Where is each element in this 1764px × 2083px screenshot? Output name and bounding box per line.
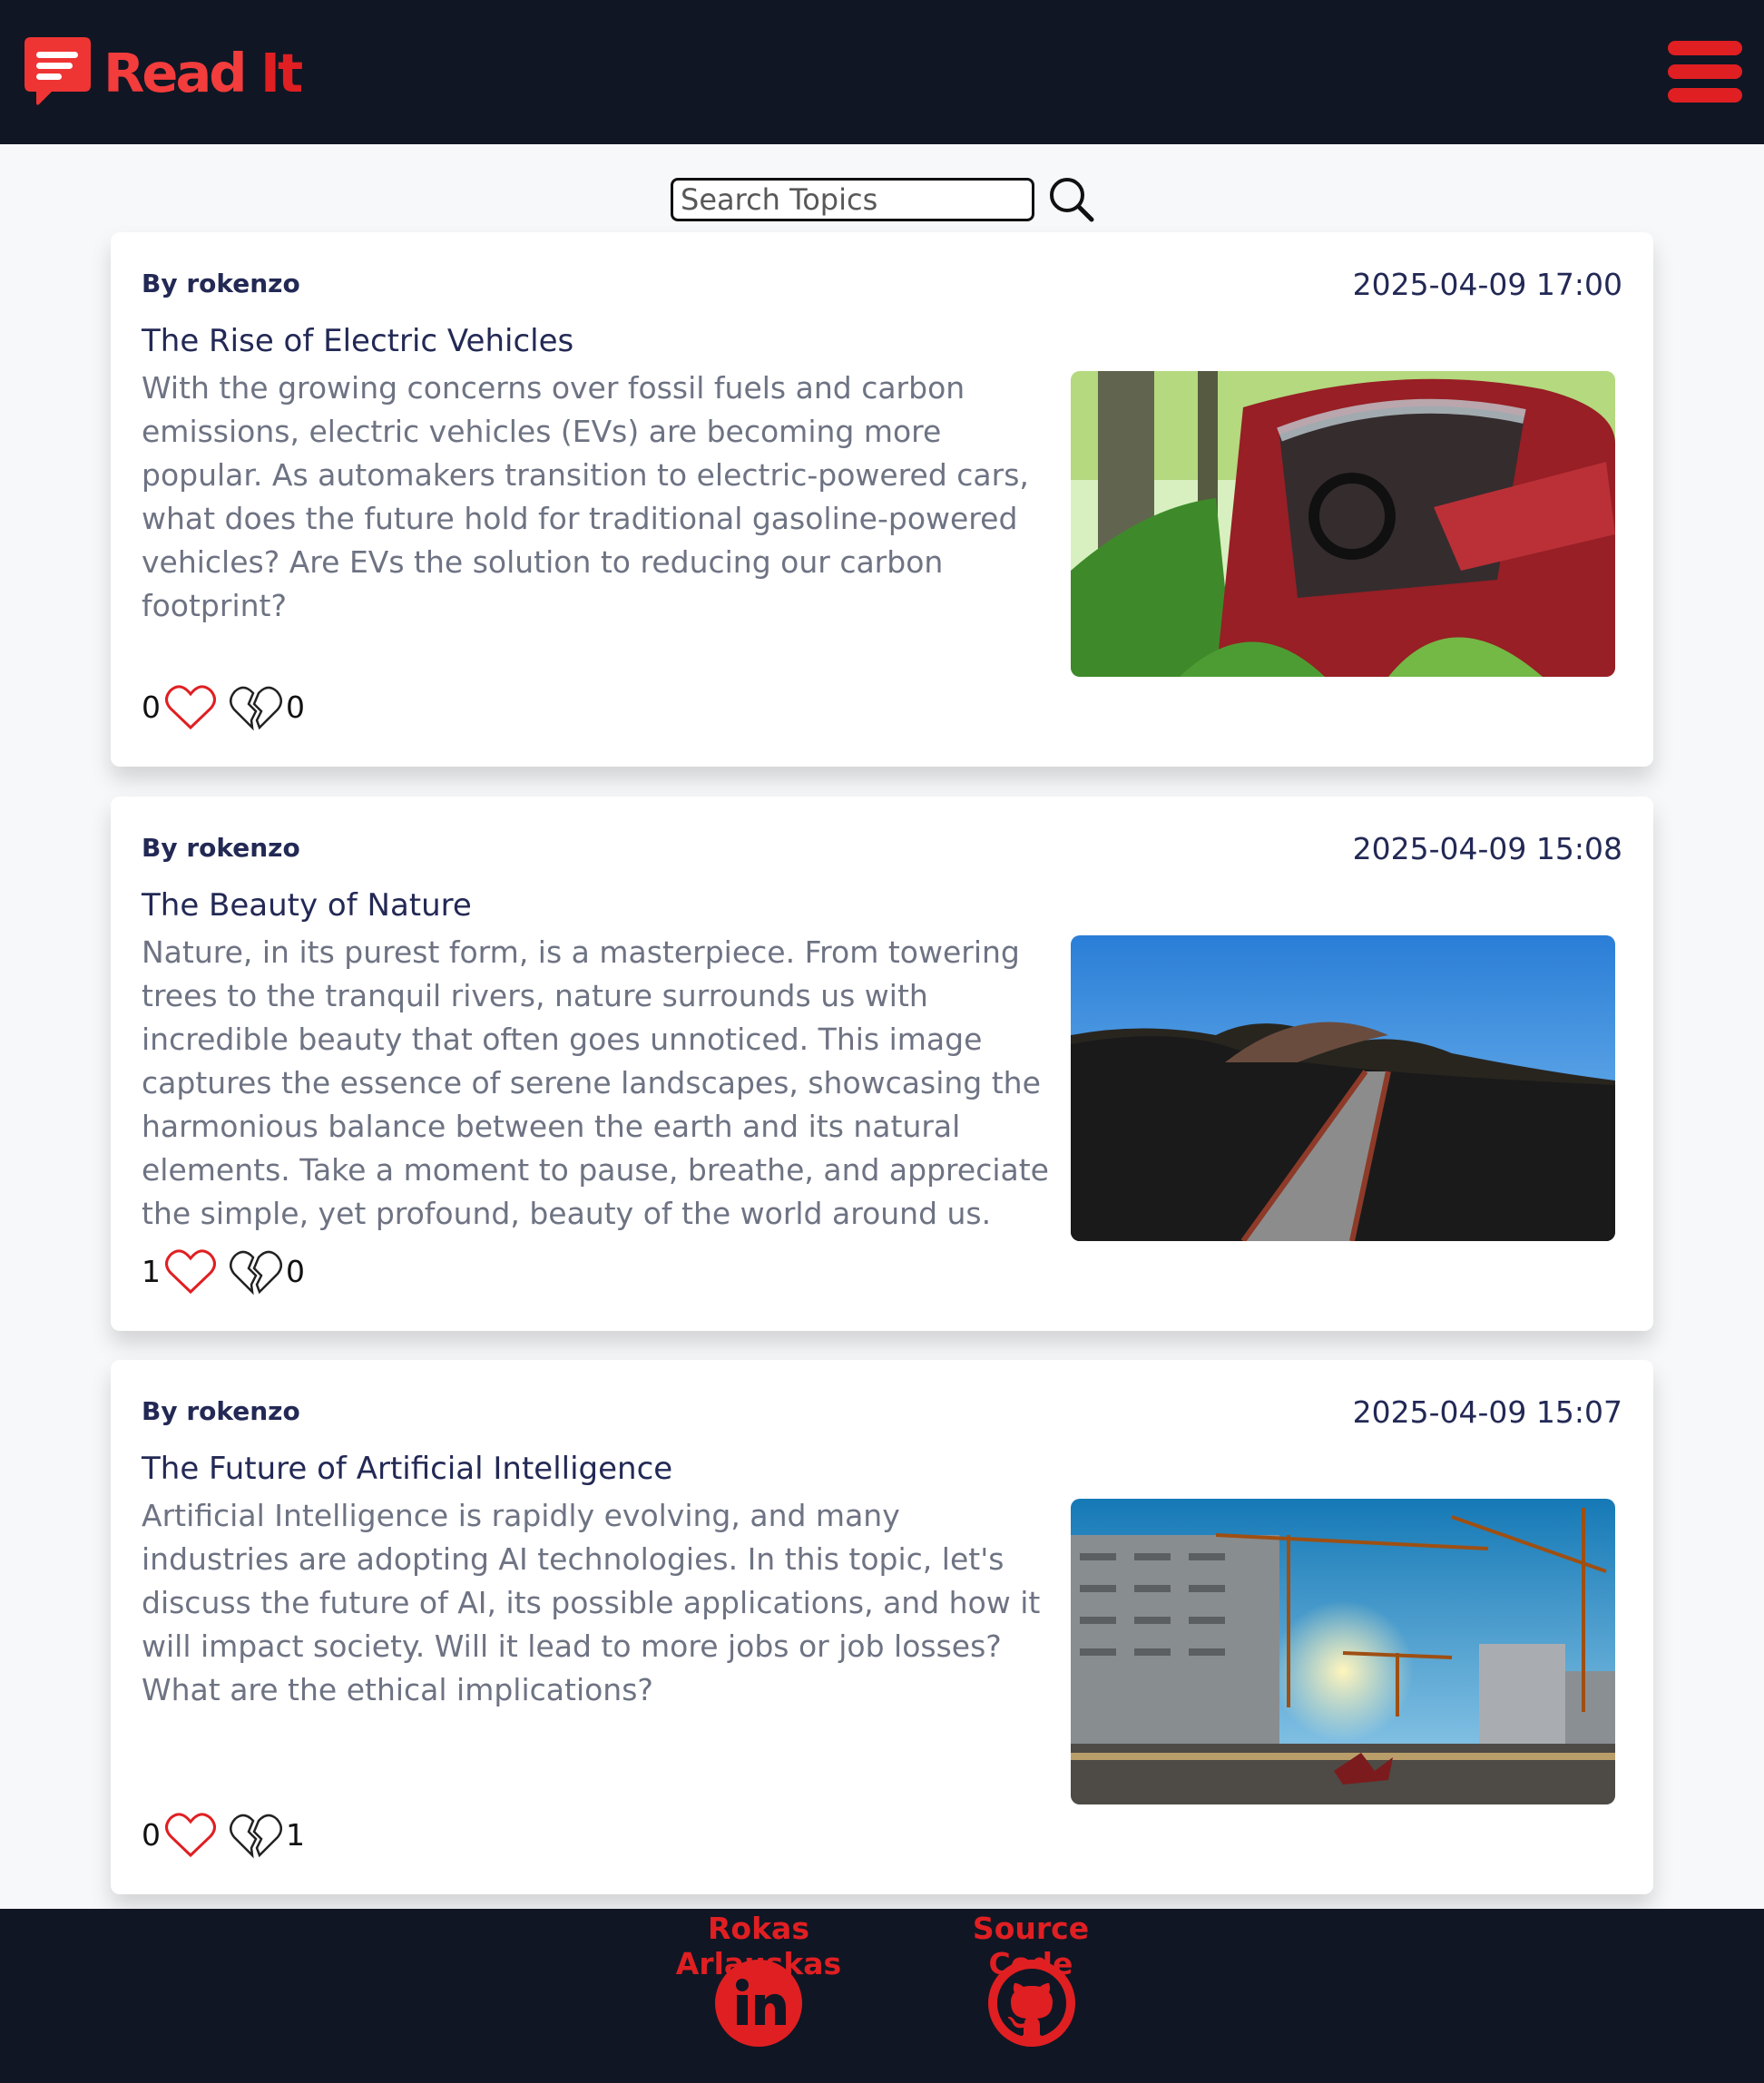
menu-bar-middle xyxy=(1668,64,1742,79)
post-reactions: 0 1 xyxy=(142,1807,305,1862)
post-date: 2025-04-09 15:07 xyxy=(1352,1394,1622,1430)
post-card[interactable]: By rokenzo 2025-04-09 15:08 The Beauty o… xyxy=(111,797,1653,1331)
post-title[interactable]: The Rise of Electric Vehicles xyxy=(142,323,573,359)
broken-heart-icon[interactable] xyxy=(230,1810,282,1859)
chat-logo-icon xyxy=(23,35,93,111)
app-logo-text: Read It xyxy=(103,41,303,104)
app-header: Read It xyxy=(0,0,1764,144)
post-reactions: 0 0 xyxy=(142,680,305,734)
like-count: 1 xyxy=(142,1253,161,1289)
post-date: 2025-04-09 17:00 xyxy=(1352,267,1622,302)
heart-icon[interactable] xyxy=(164,1810,217,1859)
post-image[interactable] xyxy=(1071,935,1615,1241)
linkedin-icon[interactable] xyxy=(715,1960,802,2047)
hamburger-menu-icon[interactable] xyxy=(1668,41,1742,103)
post-image[interactable] xyxy=(1071,371,1615,677)
broken-heart-icon[interactable] xyxy=(230,682,282,731)
dislike-count: 0 xyxy=(286,1253,305,1289)
post-body: Nature, in its purest form, is a masterp… xyxy=(142,934,1049,1231)
post-title[interactable]: The Beauty of Nature xyxy=(142,887,472,924)
app-logo-link[interactable]: Read It xyxy=(23,35,303,111)
search-input[interactable] xyxy=(671,178,1034,221)
heart-icon[interactable] xyxy=(164,1247,217,1296)
logo-text-read: Read xyxy=(103,41,247,104)
menu-bar-top xyxy=(1668,41,1742,55)
site-footer: Rokas Arlauskas Source Code xyxy=(0,1909,1764,2083)
post-reactions: 1 0 xyxy=(142,1244,305,1298)
post-body: With the growing concerns over fossil fu… xyxy=(142,370,1029,623)
search-bar xyxy=(671,172,1095,227)
logo-text-it: It xyxy=(260,41,303,104)
post-title[interactable]: The Future of Artificial Intelligence xyxy=(142,1451,672,1487)
post-card[interactable]: By rokenzo 2025-04-09 17:00 The Rise of … xyxy=(111,232,1653,767)
github-icon[interactable] xyxy=(988,1960,1075,2047)
search-icon[interactable] xyxy=(1048,176,1095,223)
heart-icon[interactable] xyxy=(164,682,217,731)
post-author: By rokenzo xyxy=(142,269,300,298)
menu-bar-bottom xyxy=(1668,88,1742,103)
broken-heart-icon[interactable] xyxy=(230,1247,282,1296)
post-body: Artificial Intelligence is rapidly evolv… xyxy=(142,1498,1041,1707)
dislike-count: 0 xyxy=(286,689,305,725)
post-image[interactable] xyxy=(1071,1499,1615,1804)
post-date: 2025-04-09 15:08 xyxy=(1352,831,1622,866)
like-count: 0 xyxy=(142,689,161,725)
post-author: By rokenzo xyxy=(142,1396,300,1426)
dislike-count: 1 xyxy=(286,1816,305,1853)
post-author: By rokenzo xyxy=(142,833,300,863)
like-count: 0 xyxy=(142,1816,161,1853)
post-card[interactable]: By rokenzo 2025-04-09 15:07 The Future o… xyxy=(111,1360,1653,1894)
